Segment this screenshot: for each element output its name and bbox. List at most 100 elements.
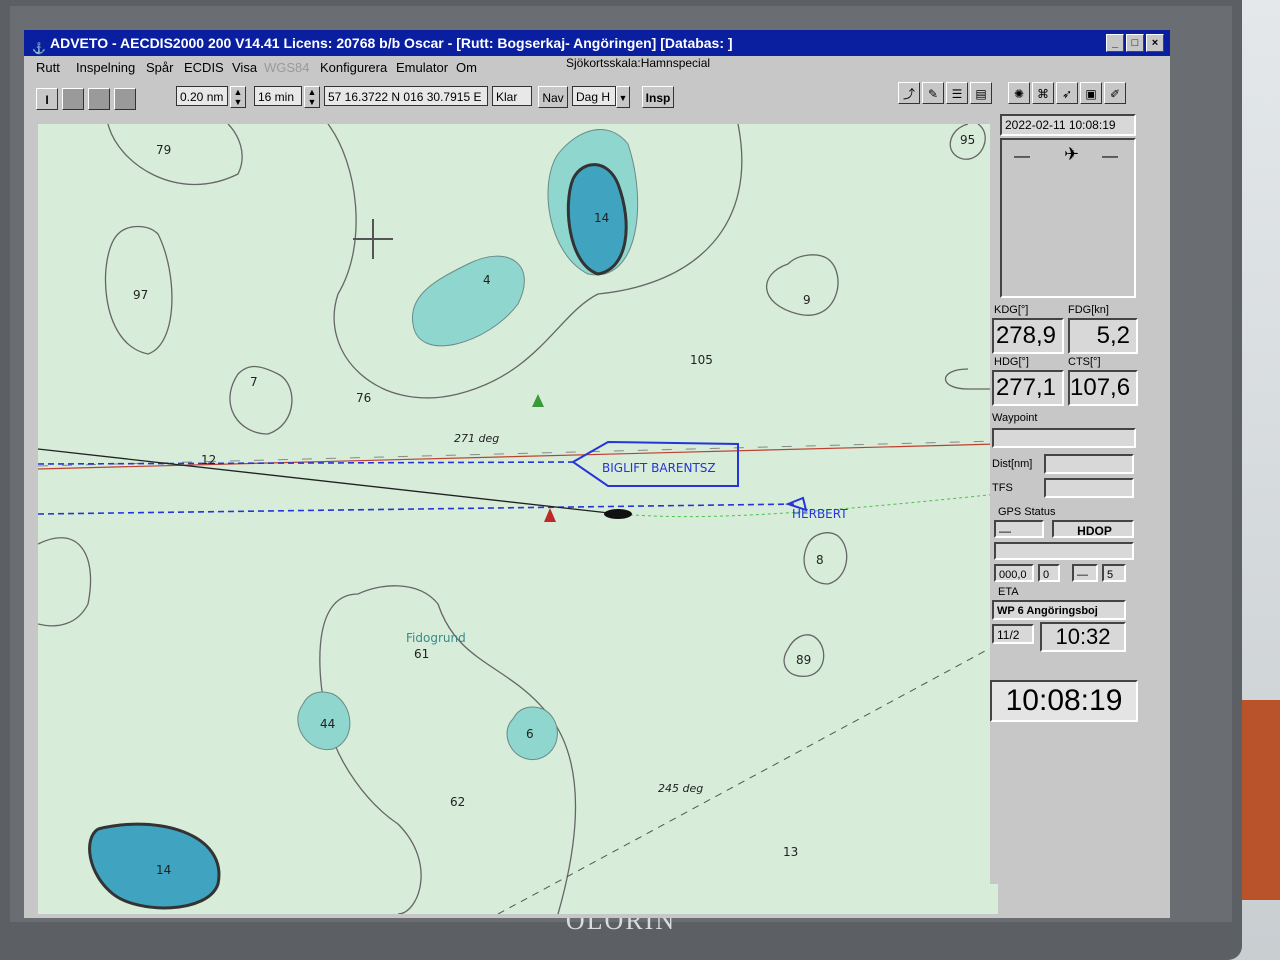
toolbar: I 0.20 nm ▲ ▼ 16 min ▲ ▼ 57 16.3722 N 016 … [24, 80, 1170, 116]
depth-sounding: 95 [960, 133, 975, 147]
eta-time: 10:32 [1040, 622, 1126, 652]
menu-spar[interactable]: Spår [146, 60, 173, 75]
gps-course-field: 000,0 [994, 564, 1034, 582]
depth-sounding: 7 [250, 375, 258, 389]
hdg-label: HDG[°] [994, 356, 1029, 368]
depth-contour [803, 532, 848, 585]
time-field[interactable]: 16 min [254, 86, 302, 106]
menu-om[interactable]: Om [456, 60, 477, 75]
vessel-herbert-label: HERBERT [792, 507, 848, 521]
own-ship [604, 509, 632, 519]
nautical-chart[interactable]: 79 97 14 4 9 95 105 7 76 12 8 89 61 44 6… [38, 124, 998, 914]
depth-sounding: 6 [526, 727, 534, 741]
gps-dash-field: — [1072, 564, 1098, 582]
chart-canvas[interactable]: 79 97 14 4 9 95 105 7 76 12 8 89 61 44 6… [38, 124, 998, 914]
route-heading-label: 271 deg [454, 432, 499, 445]
cts-label: CTS[°] [1068, 356, 1101, 368]
view-button-1[interactable] [62, 88, 84, 110]
depth-contour [38, 537, 92, 627]
depth-contour [229, 365, 293, 435]
depth-sounding: 4 [483, 273, 491, 287]
depth-sounding: 13 [783, 845, 798, 859]
depth-sounding: 12 [201, 453, 216, 467]
buoy-green-icon [532, 394, 544, 407]
menu-wgs84[interactable]: WGS84 [264, 60, 310, 75]
menu-konfigurera[interactable]: Konfigurera [320, 60, 387, 75]
eta-date: 11/2 [992, 624, 1034, 644]
chart-scale-label: Sjökortsskala:Hamnspecial [566, 56, 711, 70]
depth-sounding: 89 [796, 653, 811, 667]
datetime-readout: 2022-02-11 10:08:19 [1000, 114, 1136, 136]
menu-visa[interactable]: Visa [232, 60, 257, 75]
depth-sounding: 62 [450, 795, 465, 809]
shallow-area [412, 255, 525, 347]
fdg-readout: 5,2 [1068, 318, 1138, 354]
gps-quality-field: 5 [1102, 564, 1126, 582]
depth-sounding: 14 [156, 863, 171, 877]
depth-sounding: 79 [156, 143, 171, 157]
menu-emulator[interactable]: Emulator [396, 60, 448, 75]
pointer-tool-icon[interactable]: ➶ [1056, 82, 1078, 104]
depth-sounding: 8 [816, 553, 824, 567]
depth-sounding: 44 [320, 717, 335, 731]
menu-bar: Rutt Inspelning Spår ECDIS Visa WGS84 Ko… [24, 56, 1170, 80]
status-dash-left: — [1014, 148, 1030, 165]
minimize-button[interactable]: _ [1106, 34, 1124, 52]
tfs-label: TFS [992, 482, 1013, 494]
maximize-button[interactable]: □ [1126, 34, 1144, 52]
table-tool-icon[interactable]: ▤ [970, 82, 992, 104]
leading-line [497, 643, 998, 914]
draw-tool-icon[interactable]: ✐ [1104, 82, 1126, 104]
gps-sat-field: 0 [1038, 564, 1060, 582]
menu-ecdis[interactable]: ECDIS [184, 60, 224, 75]
hdop-label: HDOP [1052, 520, 1134, 538]
system-clock: 10:08:19 [990, 680, 1138, 722]
depth-contour [107, 124, 243, 185]
waypoint-label: Waypoint [992, 412, 1038, 424]
route-tool-icon[interactable]: ⤴ [898, 82, 920, 104]
ecdis-window: ⚓ ADVETO - AECDIS2000 200 V14.41 Licens:… [24, 30, 1170, 918]
depth-sounding: 76 [356, 391, 371, 405]
range-field[interactable]: 0.20 nm [176, 86, 228, 106]
navigation-panel: 2022-02-11 10:08:19 — ✈ — KDG[°] FDG[kn]… [990, 114, 1170, 884]
vessel-barentsz-label: BIGLIFT BARENTSZ [602, 461, 716, 475]
leading-line-heading-label: 245 deg [658, 782, 703, 795]
ais-track-herbert [38, 503, 799, 515]
chart-tool-icon[interactable]: ⌘ [1032, 82, 1054, 104]
depth-contour [327, 124, 743, 399]
dist-field [1044, 454, 1134, 474]
nav-button[interactable]: Nav [538, 86, 568, 108]
radar-tool-icon[interactable]: ✺ [1008, 82, 1030, 104]
close-button[interactable]: × [1146, 34, 1164, 52]
fdg-label: FDG[kn] [1068, 304, 1109, 316]
view-button-3[interactable] [114, 88, 136, 110]
depth-sounding: 9 [803, 293, 811, 307]
chevron-down-icon[interactable]: ▼ [616, 86, 630, 108]
mode-select[interactable]: Dag H [572, 86, 616, 106]
dist-label: Dist[nm] [992, 458, 1033, 470]
view-button-2[interactable] [88, 88, 110, 110]
insp-button[interactable]: Insp [642, 86, 674, 108]
list-tool-icon[interactable]: ☰ [946, 82, 968, 104]
info-button[interactable]: I [36, 88, 58, 110]
menu-inspelning[interactable]: Inspelning [76, 60, 135, 75]
cts-readout: 107,6 [1068, 370, 1138, 406]
book-tool-icon[interactable]: ▣ [1080, 82, 1102, 104]
position-readout: 57 16.3722 N 016 30.7915 E [324, 86, 488, 106]
eta-waypoint: WP 6 Angöringsboj [992, 600, 1126, 620]
measure-tool-icon[interactable]: ✎ [922, 82, 944, 104]
buoy-red-icon [544, 508, 556, 522]
range-stepper[interactable]: ▲ ▼ [230, 86, 246, 108]
compass-rose-display: — ✈ — [1000, 138, 1136, 298]
waypoint-field [992, 428, 1136, 448]
ais-track-barentsz [38, 461, 579, 465]
depth-sounding: 105 [690, 353, 713, 367]
time-stepper[interactable]: ▲ ▼ [304, 86, 320, 108]
depth-sounding: 61 [414, 647, 429, 661]
gps-fix-field: — [994, 520, 1044, 538]
kdg-label: KDG[°] [994, 304, 1029, 316]
depth-sounding: 97 [133, 288, 148, 302]
title-bar: ⚓ ADVETO - AECDIS2000 200 V14.41 Licens:… [24, 30, 1170, 56]
place-name-label: Fidogrund [406, 631, 466, 645]
menu-rutt[interactable]: Rutt [36, 60, 60, 75]
